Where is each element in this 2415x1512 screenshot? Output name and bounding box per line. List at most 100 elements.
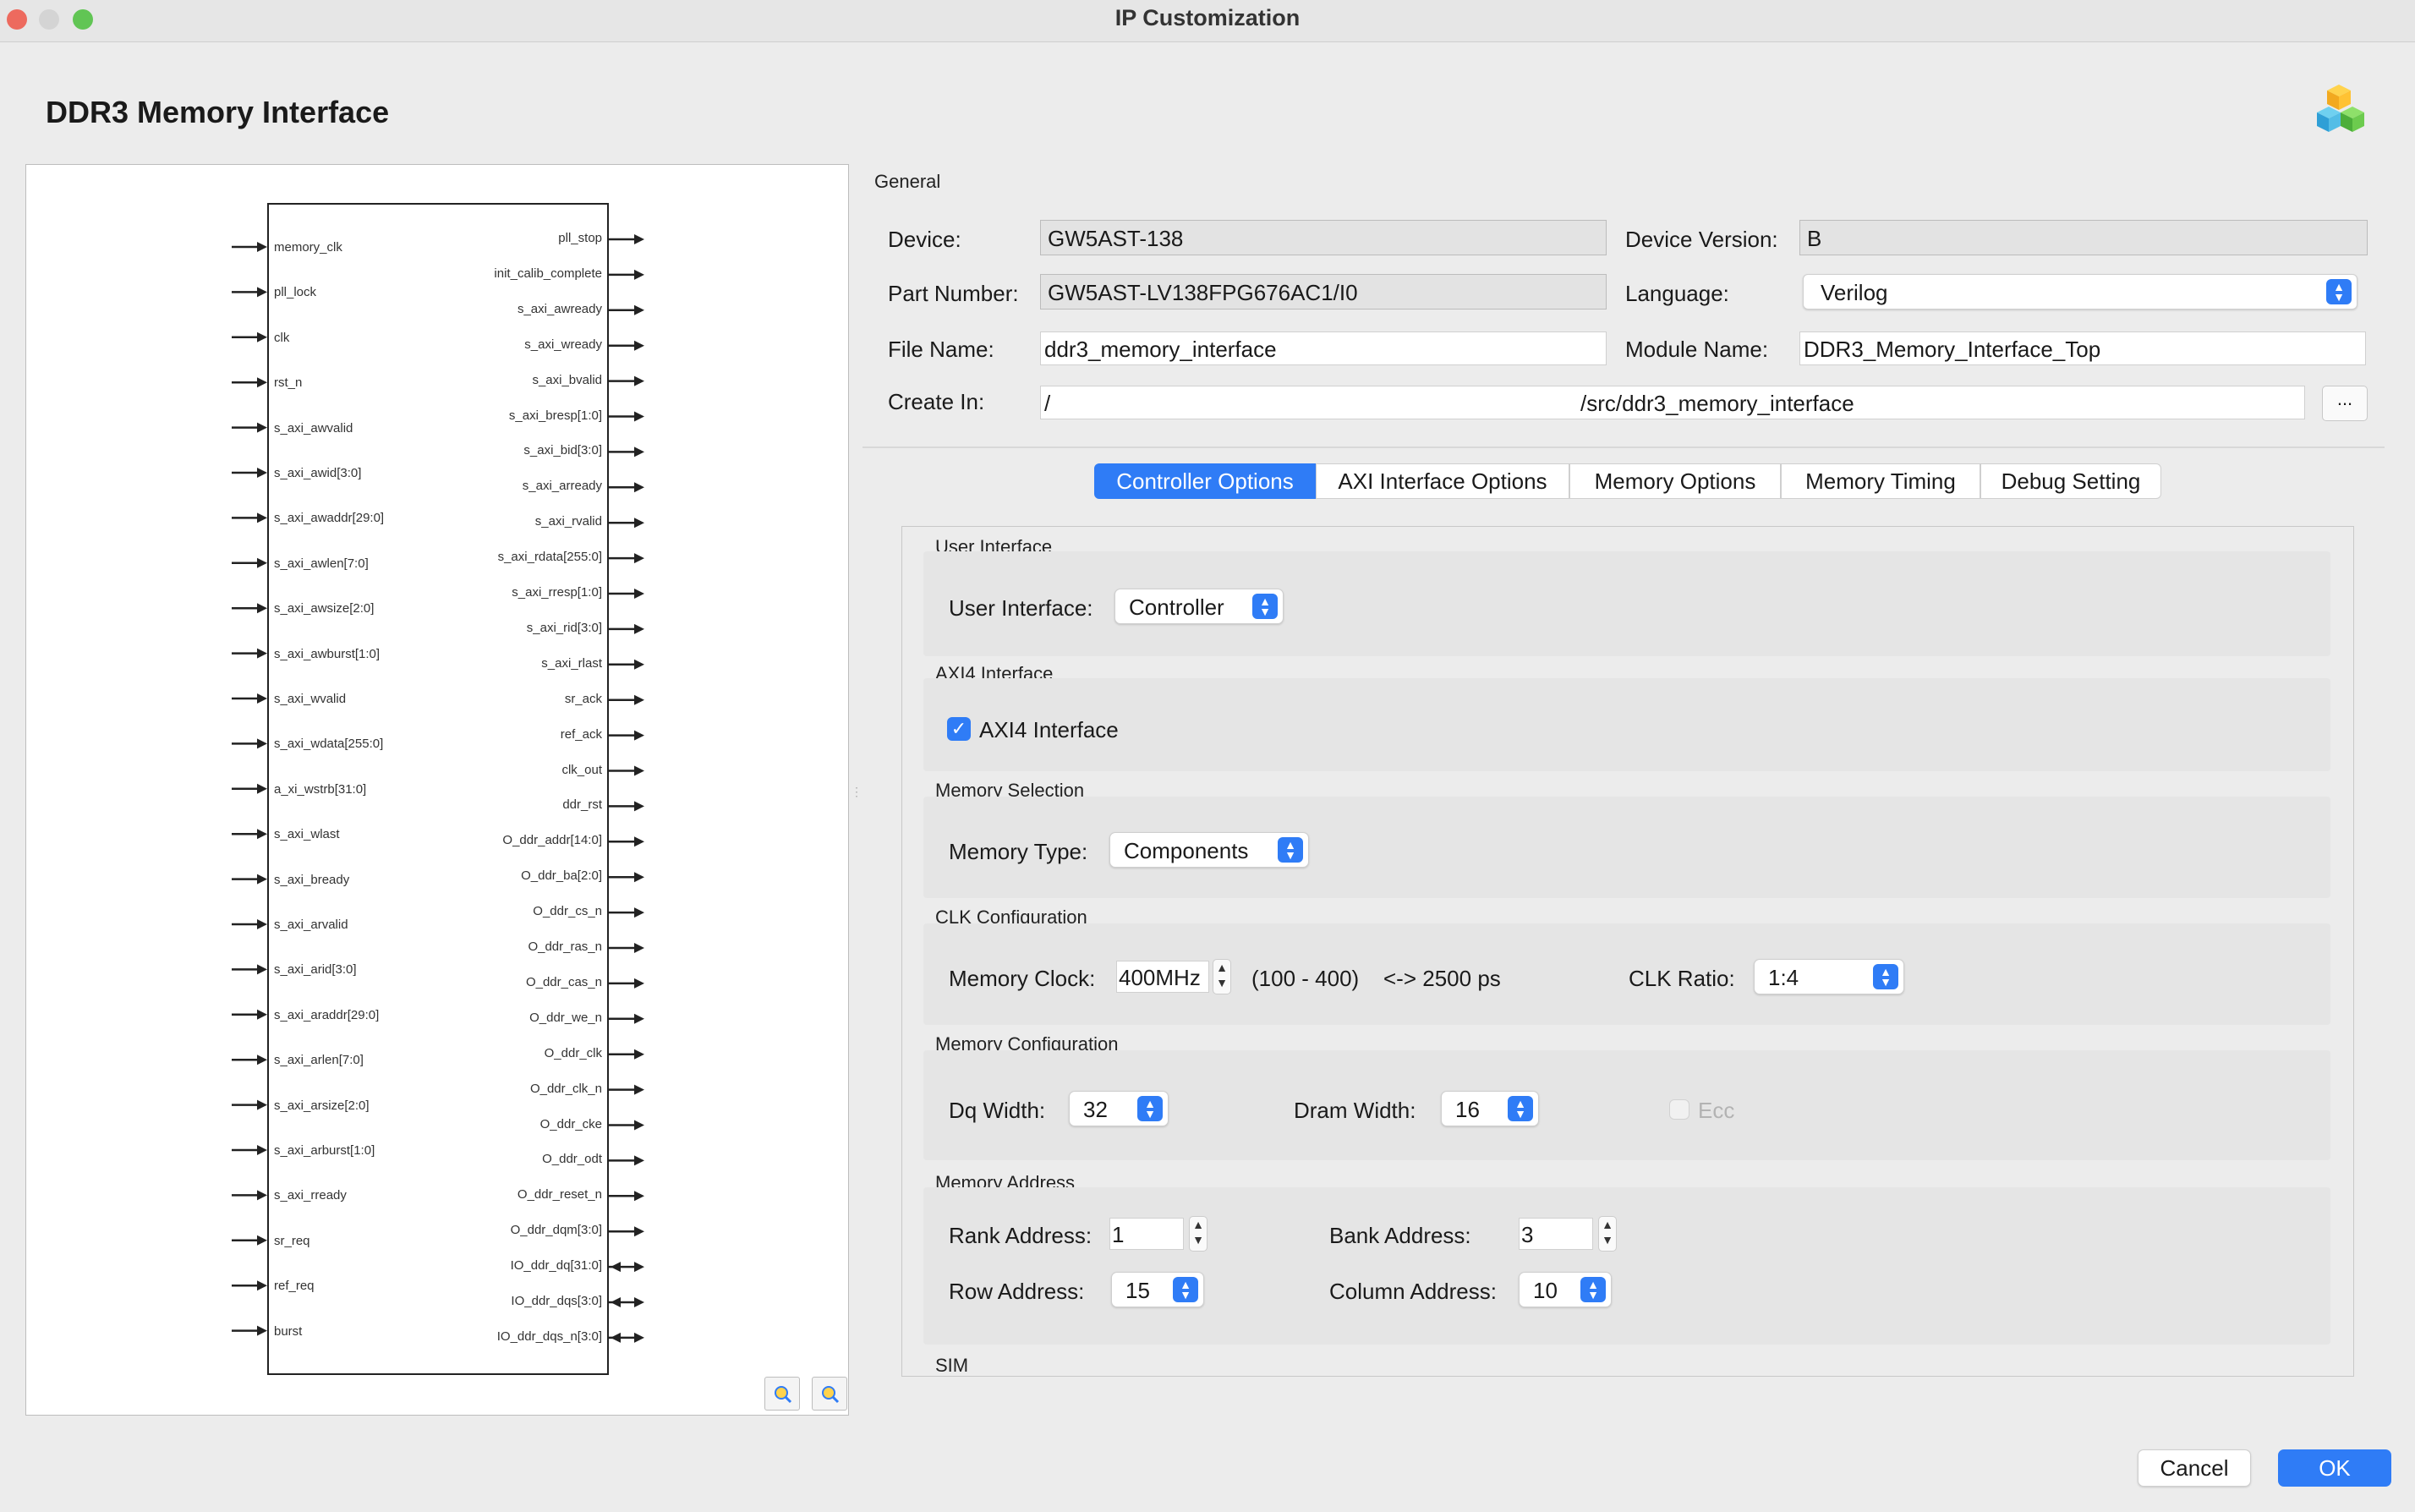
browse-button[interactable]: ... (2322, 386, 2368, 421)
input-port-label: s_axi_wdata[255:0] (274, 737, 384, 752)
memory-type-select[interactable]: Components ▲ ▼ (1109, 832, 1309, 868)
row-address-select[interactable]: 15 ▲ ▼ (1111, 1272, 1204, 1307)
output-port-label: pll_stop (558, 231, 602, 245)
output-port-label: init_calib_complete (494, 266, 602, 281)
input-port-label: ref_req (274, 1279, 315, 1294)
language-select-value: Verilog (1821, 280, 1888, 305)
memory-clock-period: <-> 2500 ps (1383, 966, 1501, 991)
output-port-label: s_axi_bid[3:0] (523, 443, 602, 458)
output-port-label: s_axi_bresp[1:0] (508, 408, 602, 423)
output-port-label: s_axi_rvalid (534, 514, 602, 529)
memory-clock-input[interactable]: 400MHz (1116, 961, 1209, 993)
tab-axi-interface-options[interactable]: AXI Interface Options (1316, 463, 1569, 499)
select-arrows-icon: ▲ ▼ (1252, 594, 1278, 619)
cancel-button[interactable]: Cancel (2138, 1449, 2251, 1487)
magnifier-plus-icon (775, 1386, 792, 1404)
output-port-label: O_ddr_clk_n (529, 1081, 602, 1096)
user-interface-label: User Interface: (949, 595, 1093, 621)
part-number-field: GW5AST-LV138FPG676AC1/I0 (1040, 274, 1607, 310)
zoom-out-button[interactable] (812, 1377, 847, 1411)
zoom-in-button[interactable] (764, 1377, 800, 1411)
input-port-label: s_axi_arid[3:0] (274, 962, 357, 978)
input-port-label: s_axi_bready (274, 872, 350, 887)
ok-button[interactable]: OK (2278, 1449, 2391, 1487)
output-port-label: O_ddr_ba[2:0] (521, 868, 602, 884)
module-name-input[interactable]: DDR3_Memory_Interface_Top (1799, 331, 2366, 365)
input-port-label: s_axi_rready (274, 1188, 347, 1203)
output-port-label: s_axi_rid[3:0] (526, 620, 602, 635)
dq-width-select[interactable]: 32 ▲ ▼ (1069, 1091, 1169, 1126)
language-select[interactable]: Verilog ▲ ▼ (1803, 274, 2358, 310)
output-port-label: IO_ddr_dq[31:0] (510, 1258, 602, 1274)
input-port-label: clk (274, 330, 290, 345)
output-port-label: O_ddr_cke (539, 1116, 602, 1131)
select-arrows-icon: ▲ ▼ (1173, 1277, 1198, 1302)
axi4-interface-label: AXI4 Interface (979, 717, 1119, 742)
dq-width-select-value: 32 (1083, 1097, 1108, 1122)
device-version-label: Device Version: (1625, 227, 1778, 252)
output-port-label: O_ddr_addr[14:0] (502, 833, 602, 848)
output-port-label: clk_out (561, 762, 602, 777)
tab-debug-setting[interactable]: Debug Setting (1980, 463, 2161, 499)
column-address-select[interactable]: 10 ▲ ▼ (1519, 1272, 1612, 1307)
bank-address-stepper[interactable]: ▲ ▼ (1598, 1216, 1617, 1252)
input-port-label: pll_lock (274, 285, 317, 300)
output-port-label: O_ddr_we_n (529, 1010, 602, 1025)
output-port-label: s_axi_rresp[1:0] (512, 585, 602, 600)
output-port-label: ddr_rst (562, 797, 602, 813)
memory-clock-label: Memory Clock: (949, 966, 1096, 991)
memory-address-group (923, 1187, 2330, 1345)
axi4-interface-checkbox[interactable]: ✓ (947, 717, 971, 741)
splitter-handle[interactable]: ⋮ (851, 785, 862, 798)
select-arrows-icon: ▲ ▼ (2326, 279, 2352, 304)
rank-address-input[interactable]: 1 (1109, 1218, 1184, 1250)
rank-address-label: Rank Address: (949, 1223, 1092, 1248)
ecc-label: Ecc (1698, 1098, 1735, 1123)
tab-memory-timing[interactable]: Memory Timing (1781, 463, 1980, 499)
file-name-label: File Name: (888, 337, 994, 362)
memory-clock-stepper[interactable]: ▲ ▼ (1213, 959, 1231, 994)
create-in-label: Create In: (888, 389, 985, 414)
ecc-checkbox[interactable] (1669, 1099, 1689, 1120)
input-port-label: s_axi_arlen[7:0] (274, 1053, 364, 1068)
clk-ratio-select[interactable]: 1:4 ▲ ▼ (1754, 959, 1904, 994)
device-version-field: B (1799, 220, 2368, 255)
file-name-input[interactable]: ddr3_memory_interface (1040, 331, 1607, 365)
select-arrows-icon: ▲ ▼ (1278, 837, 1303, 863)
clk-ratio-select-value: 1:4 (1768, 965, 1799, 990)
output-port-label: sr_ack (564, 691, 602, 706)
input-port-label: s_axi_wvalid (274, 692, 347, 706)
general-section-title: General (874, 171, 941, 192)
dram-width-select-value: 16 (1455, 1097, 1480, 1122)
output-port-label: O_ddr_odt (542, 1152, 602, 1167)
column-address-label: Column Address: (1329, 1279, 1497, 1304)
output-port-label: IO_ddr_dqs_n[3:0] (496, 1328, 602, 1344)
select-arrows-icon: ▲ ▼ (1873, 964, 1898, 989)
select-arrows-icon: ▲ ▼ (1137, 1096, 1163, 1121)
bank-address-input[interactable]: 3 (1519, 1218, 1593, 1250)
rank-address-stepper[interactable]: ▲ ▼ (1189, 1216, 1208, 1252)
input-port-label: sr_req (274, 1233, 310, 1248)
input-port-label: s_axi_arsize[2:0] (274, 1098, 370, 1113)
output-port-label: s_axi_arready (522, 479, 602, 494)
clk-ratio-label: CLK Ratio: (1629, 966, 1735, 991)
output-port-label: s_axi_wready (524, 337, 602, 352)
dram-width-select[interactable]: 16 ▲ ▼ (1441, 1091, 1539, 1126)
create-in-input[interactable]: / /src/ddr3_memory_interface (1040, 386, 2305, 419)
section-divider (862, 446, 2385, 448)
tab-controller-options[interactable]: Controller Options (1094, 463, 1316, 499)
sim-group-title: SIM (935, 1355, 969, 1376)
select-arrows-icon: ▲ ▼ (1580, 1277, 1606, 1302)
memory-type-select-value: Components (1124, 838, 1249, 863)
output-port-label: IO_ddr_dqs[3:0] (511, 1294, 602, 1308)
output-port-label: ref_ack (560, 726, 602, 742)
dq-width-label: Dq Width: (949, 1098, 1046, 1123)
input-port-label: s_axi_awsize[2:0] (274, 601, 375, 616)
language-label: Language: (1625, 281, 1729, 306)
tab-memory-options[interactable]: Memory Options (1569, 463, 1781, 499)
input-port-label: s_axi_awaddr[29:0] (274, 511, 385, 526)
output-port-label: O_ddr_cs_n (533, 904, 602, 919)
memory-type-label: Memory Type: (949, 839, 1088, 864)
user-interface-select[interactable]: Controller ▲ ▼ (1114, 589, 1284, 624)
input-port-label: s_axi_wlast (274, 827, 340, 842)
